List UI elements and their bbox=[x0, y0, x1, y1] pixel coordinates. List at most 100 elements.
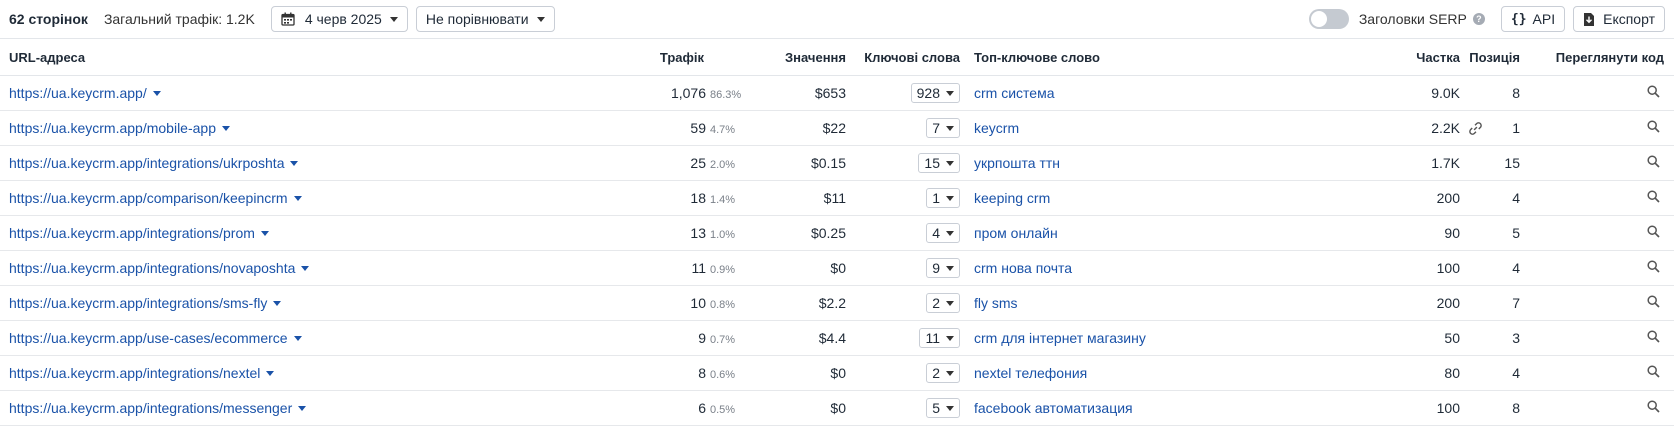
table-row: https://ua.keycrm.app/1,076 86.3% $653 928 c… bbox=[0, 75, 1674, 111]
view-code-button[interactable] bbox=[1647, 85, 1664, 101]
top-keyword-link[interactable]: keycrm bbox=[974, 120, 1019, 136]
caret-down-icon[interactable] bbox=[301, 266, 310, 271]
position-value: 5 bbox=[1512, 225, 1520, 241]
url-link[interactable]: https://ua.keycrm.app/comparison/keepinc… bbox=[9, 190, 288, 206]
top-keyword-link[interactable]: crm система bbox=[974, 85, 1055, 101]
column-header-url[interactable]: URL-адреса bbox=[0, 38, 628, 76]
url-link[interactable]: https://ua.keycrm.app/integrations/messe… bbox=[9, 400, 292, 416]
help-icon[interactable]: ? bbox=[1472, 13, 1485, 25]
caret-down-icon[interactable] bbox=[293, 196, 302, 201]
position-cell: 8 bbox=[1460, 75, 1530, 111]
view-code-button[interactable] bbox=[1647, 190, 1664, 206]
column-header-keywords[interactable]: Ключові слова bbox=[846, 38, 960, 76]
keywords-cell: 5 bbox=[846, 390, 960, 426]
top-keyword-cell: keeping crm bbox=[960, 180, 1390, 216]
caret-down-icon[interactable] bbox=[260, 231, 269, 236]
view-code-button[interactable] bbox=[1647, 225, 1664, 241]
url-link[interactable]: https://ua.keycrm.app/integrations/novap… bbox=[9, 260, 295, 276]
top-keyword-link[interactable]: keeping crm bbox=[974, 190, 1050, 206]
chevron-down-icon bbox=[946, 230, 954, 236]
caret-down-icon[interactable] bbox=[273, 301, 282, 306]
value-cell: $653 bbox=[764, 75, 846, 111]
top-keyword-link[interactable]: nextel телефония bbox=[974, 365, 1087, 381]
url-link[interactable]: https://ua.keycrm.app/mobile-app bbox=[9, 120, 216, 136]
total-traffic: Загальний трафік: 1.2K bbox=[103, 11, 255, 27]
keywords-dropdown[interactable]: 4 bbox=[926, 223, 960, 243]
caret-down-icon[interactable] bbox=[293, 336, 302, 341]
serp-headers-toggle[interactable] bbox=[1308, 9, 1349, 29]
url-cell: https://ua.keycrm.app/integrations/nexte… bbox=[0, 355, 628, 391]
top-keyword-link[interactable]: укрпошта ттн bbox=[974, 155, 1060, 171]
view-code-button[interactable] bbox=[1647, 295, 1664, 311]
date-label: 4 черв 2025 bbox=[304, 11, 382, 27]
keywords-dropdown[interactable]: 15 bbox=[918, 153, 960, 173]
view-code-button[interactable] bbox=[1647, 365, 1664, 381]
caret-down-icon[interactable] bbox=[266, 371, 275, 376]
url-link[interactable]: https://ua.keycrm.app/ bbox=[9, 85, 147, 101]
keywords-count: 9 bbox=[932, 260, 940, 276]
top-keyword-link[interactable]: пром онлайн bbox=[974, 225, 1058, 241]
view-code-button[interactable] bbox=[1647, 120, 1664, 136]
position-cell: 7 bbox=[1460, 285, 1530, 321]
column-header-traffic[interactable]: Трафік bbox=[628, 38, 764, 76]
keywords-dropdown[interactable]: 2 bbox=[926, 363, 960, 383]
position-value: 8 bbox=[1512, 400, 1520, 416]
top-keyword-link[interactable]: fly sms bbox=[974, 295, 1018, 311]
caret-down-icon[interactable] bbox=[290, 161, 299, 166]
keywords-dropdown[interactable]: 9 bbox=[926, 258, 960, 278]
keywords-dropdown[interactable]: 928 bbox=[910, 83, 960, 103]
position-cell: 15 bbox=[1460, 145, 1530, 181]
url-link[interactable]: https://ua.keycrm.app/use-cases/ecommerc… bbox=[9, 330, 288, 346]
top-keyword-link[interactable]: crm нова почта bbox=[974, 260, 1072, 276]
export-button[interactable]: Експорт bbox=[1573, 6, 1665, 32]
keywords-dropdown[interactable]: 7 bbox=[926, 118, 960, 138]
url-link[interactable]: https://ua.keycrm.app/integrations/sms-f… bbox=[9, 295, 267, 311]
position-value: 3 bbox=[1512, 330, 1520, 346]
calendar-icon bbox=[281, 12, 295, 26]
compare-dropdown[interactable]: Не порівнювати bbox=[415, 6, 555, 32]
view-code-button[interactable] bbox=[1647, 330, 1664, 346]
keywords-cell: 9 bbox=[846, 250, 960, 286]
value-cell: $0.15 bbox=[764, 145, 846, 181]
traffic-cell: 13 1.0% bbox=[628, 215, 764, 251]
chevron-down-icon bbox=[946, 90, 954, 96]
share-cell: 100 bbox=[1390, 390, 1460, 426]
chevron-down-icon bbox=[946, 405, 954, 411]
traffic-cell: 6 0.5% bbox=[628, 390, 764, 426]
column-header-view-code: Переглянути код bbox=[1530, 38, 1674, 76]
top-keyword-cell: crm нова почта bbox=[960, 250, 1390, 286]
url-link[interactable]: https://ua.keycrm.app/integrations/ukrpo… bbox=[9, 155, 284, 171]
traffic-percent: 0.9% bbox=[710, 264, 736, 276]
keywords-count: 5 bbox=[932, 400, 940, 416]
top-keyword-link[interactable]: facebook автоматизация bbox=[974, 400, 1133, 416]
top-keyword-cell: keycrm bbox=[960, 110, 1390, 146]
table-row: https://ua.keycrm.app/integrations/messe… bbox=[0, 390, 1674, 426]
column-header-top-keyword[interactable]: Топ-ключове слово bbox=[960, 38, 1390, 76]
caret-down-icon[interactable] bbox=[222, 126, 230, 131]
caret-down-icon[interactable] bbox=[298, 406, 307, 411]
keywords-dropdown[interactable]: 11 bbox=[919, 328, 960, 348]
api-button[interactable]: {} API bbox=[1500, 6, 1566, 32]
traffic-value: 6 bbox=[698, 400, 706, 416]
position-cell: 3 bbox=[1460, 320, 1530, 356]
view-code-button[interactable] bbox=[1647, 260, 1664, 276]
date-picker-button[interactable]: 4 черв 2025 bbox=[270, 6, 408, 32]
view-code-button[interactable] bbox=[1647, 155, 1664, 171]
keywords-dropdown[interactable]: 2 bbox=[926, 293, 960, 313]
traffic-percent: 86.3% bbox=[710, 89, 742, 101]
position-value: 8 bbox=[1512, 85, 1520, 101]
keywords-count: 15 bbox=[924, 155, 940, 171]
url-link[interactable]: https://ua.keycrm.app/integrations/nexte… bbox=[9, 365, 260, 381]
table-row: https://ua.keycrm.app/comparison/keepinc… bbox=[0, 180, 1674, 216]
keywords-dropdown[interactable]: 1 bbox=[926, 188, 960, 208]
caret-down-icon[interactable] bbox=[152, 91, 161, 96]
link-icon[interactable] bbox=[1468, 121, 1483, 136]
url-link[interactable]: https://ua.keycrm.app/integrations/prom bbox=[9, 225, 255, 241]
column-header-position[interactable]: Позиція bbox=[1460, 38, 1530, 76]
traffic-cell: 25 2.0% bbox=[628, 145, 764, 181]
keywords-dropdown[interactable]: 5 bbox=[926, 398, 960, 418]
top-keyword-link[interactable]: crm для інтернет магазину bbox=[974, 330, 1146, 346]
view-code-button[interactable] bbox=[1647, 400, 1664, 416]
column-header-value[interactable]: Значення bbox=[764, 38, 846, 76]
column-header-share[interactable]: Частка bbox=[1390, 38, 1460, 76]
